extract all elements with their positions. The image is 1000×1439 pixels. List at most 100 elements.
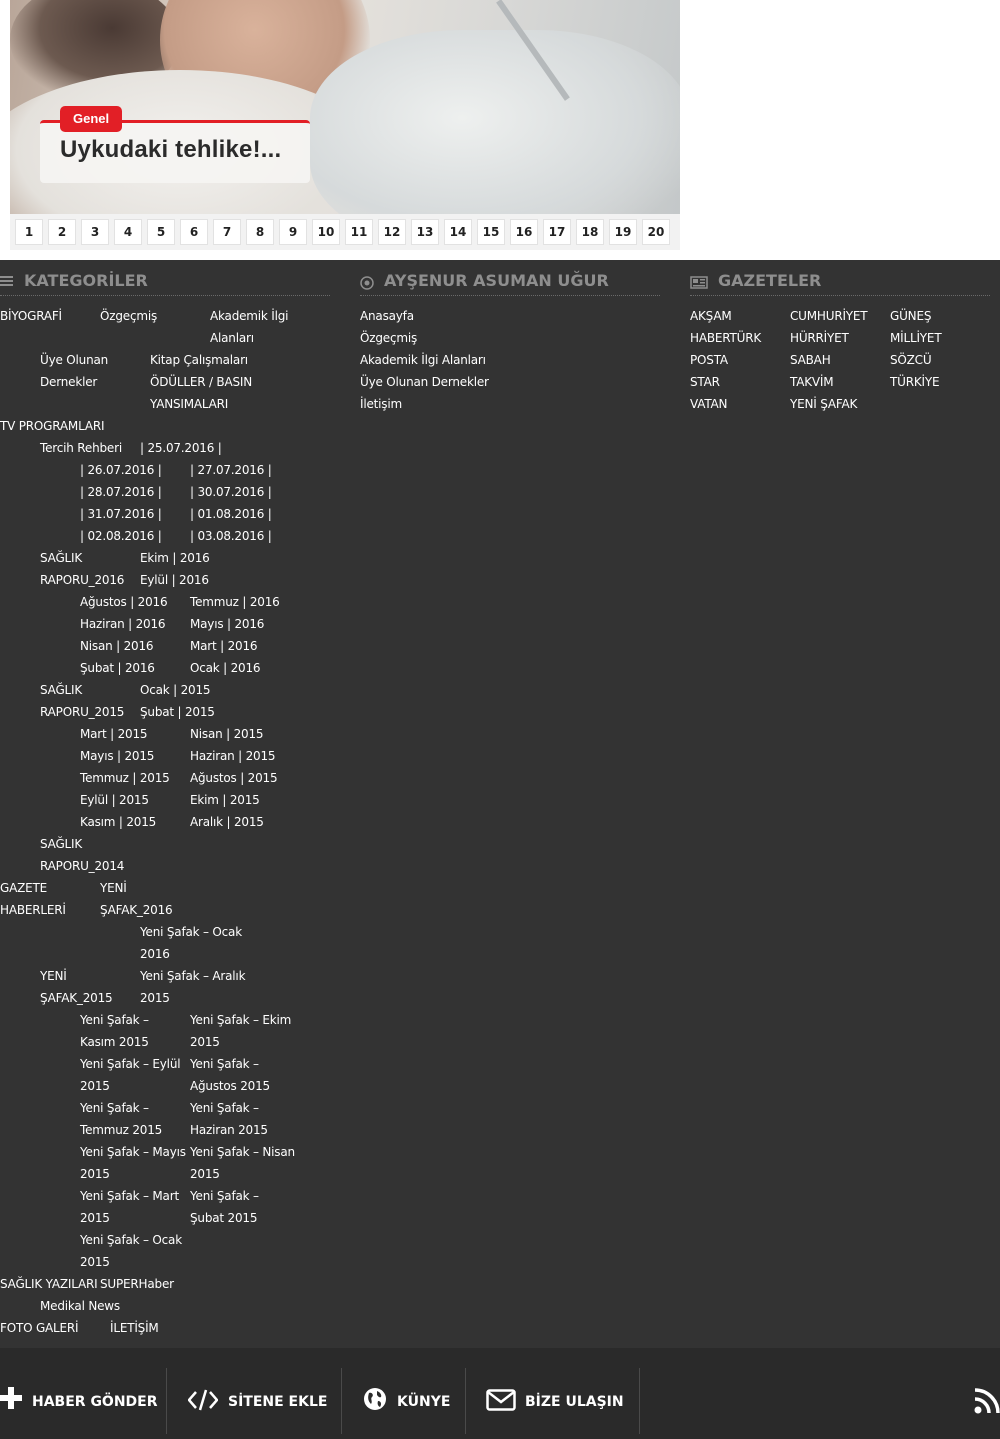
haber-gonder-label[interactable]: HABER GÖNDER xyxy=(32,1394,158,1410)
cat-2016-nisan[interactable]: Nisan | 2016 xyxy=(80,635,154,657)
cat-saglik-2016-line2[interactable]: RAPORU_2016 xyxy=(40,569,124,591)
paper-haberturk[interactable]: HABERTÜRK xyxy=(690,327,761,349)
cat-akademik-line2[interactable]: Alanları xyxy=(210,327,254,349)
page-link-7[interactable]: 7 xyxy=(213,219,241,245)
paper-yeni-safak[interactable]: YENİ ŞAFAK xyxy=(790,393,857,415)
cat-ozgecmis[interactable]: Özgeçmiş xyxy=(100,305,157,327)
cat-saglik-2015-line1[interactable]: SAĞLIK xyxy=(40,679,82,701)
page-link-17[interactable]: 17 xyxy=(543,219,571,245)
page-link-11[interactable]: 11 xyxy=(345,219,373,245)
aysenur-link-ozgecmis[interactable]: Özgeçmiş xyxy=(360,327,417,349)
cat-2016-mart[interactable]: Mart | 2016 xyxy=(190,635,258,657)
cat-date-01082016[interactable]: | 01.08.2016 | xyxy=(190,503,272,525)
cat-date-31072016[interactable]: | 31.07.2016 | xyxy=(80,503,162,525)
cat-2015-mayis[interactable]: Mayıs | 2015 xyxy=(80,745,154,767)
cat-ys-agustos-line2[interactable]: Ağustos 2015 xyxy=(190,1075,270,1097)
page-link-13[interactable]: 13 xyxy=(411,219,439,245)
cat-foto-galeri[interactable]: FOTO GALERİ xyxy=(0,1317,79,1339)
cat-ys-ocak2016-line2[interactable]: 2016 xyxy=(140,943,170,965)
cat-oduller-line2[interactable]: YANSIMALARI xyxy=(150,393,228,415)
page-link-3[interactable]: 3 xyxy=(81,219,109,245)
cat-ys-subat-line1[interactable]: Yeni Şafak – xyxy=(190,1185,259,1207)
cat-kitap[interactable]: Kitap Çalışmaları xyxy=(150,349,248,371)
paper-aksam[interactable]: AKŞAM xyxy=(690,305,732,327)
cat-date-26072016[interactable]: | 26.07.2016 | xyxy=(80,459,162,481)
cat-ys-aralik-line2[interactable]: 2015 xyxy=(140,987,170,1009)
headline-slider[interactable]: Genel Uykudaki tehlike!... xyxy=(10,0,680,214)
paper-gunes[interactable]: GÜNEŞ xyxy=(890,305,931,327)
cat-ys-ocak2016-line1[interactable]: Yeni Şafak – Ocak xyxy=(140,921,242,943)
aysenur-link-anasayfa[interactable]: Anasayfa xyxy=(360,305,414,327)
cat-2015-subat[interactable]: Şubat | 2015 xyxy=(140,701,215,723)
paper-cumhuriyet[interactable]: CUMHURİYET xyxy=(790,305,868,327)
cat-medikal-news[interactable]: Medikal News xyxy=(40,1295,120,1317)
cat-2016-agustos[interactable]: Ağustos | 2016 xyxy=(80,591,168,613)
cat-2015-ekim[interactable]: Ekim | 2015 xyxy=(190,789,260,811)
cat-saglik-2015-line2[interactable]: RAPORU_2015 xyxy=(40,701,124,723)
paper-milliyet[interactable]: MİLLİYET xyxy=(890,327,942,349)
cat-date-27072016[interactable]: | 27.07.2016 | xyxy=(190,459,272,481)
aysenur-link-iletisim[interactable]: İletişim xyxy=(360,393,402,415)
cat-ys2016-line2[interactable]: ŞAFAK_2016 xyxy=(100,899,173,921)
cat-ys-ocak-line1[interactable]: Yeni Şafak – Ocak xyxy=(80,1229,182,1251)
cat-2016-temmuz[interactable]: Temmuz | 2016 xyxy=(190,591,280,613)
cat-ys-aralik-line1[interactable]: Yeni Şafak – Aralık xyxy=(140,965,246,987)
cat-ys-mart-line1[interactable]: Yeni Şafak – Mart xyxy=(80,1185,179,1207)
cat-2016-ekim[interactable]: Ekim | 2016 xyxy=(140,547,210,569)
cat-saglik-yazilari[interactable]: SAĞLIK YAZILARI xyxy=(0,1273,98,1295)
cat-tv-programlari[interactable]: TV PROGRAMLARI xyxy=(0,415,105,437)
cat-saglik-2014-line1[interactable]: SAĞLIK xyxy=(40,833,82,855)
cat-2016-haziran[interactable]: Haziran | 2016 xyxy=(80,613,166,635)
page-link-15[interactable]: 15 xyxy=(477,219,505,245)
cat-date-25072016[interactable]: | 25.07.2016 | xyxy=(140,437,222,459)
aysenur-link-akademik[interactable]: Akademik İlgi Alanları xyxy=(360,349,486,371)
cat-ys-kasim-line2[interactable]: Kasım 2015 xyxy=(80,1031,149,1053)
cat-ys-agustos-line1[interactable]: Yeni Şafak – xyxy=(190,1053,259,1075)
cat-ys2016-line1[interactable]: YENİ xyxy=(100,877,127,899)
cat-ys-mart-line2[interactable]: 2015 xyxy=(80,1207,110,1229)
page-link-8[interactable]: 8 xyxy=(246,219,274,245)
cat-ys-temmuz-line1[interactable]: Yeni Şafak – xyxy=(80,1097,149,1119)
cat-uye-line2[interactable]: Dernekler xyxy=(40,371,97,393)
cat-2015-agustos[interactable]: Ağustos | 2015 xyxy=(190,767,278,789)
cat-2016-ocak[interactable]: Ocak | 2016 xyxy=(190,657,261,679)
aysenur-link-dernekler[interactable]: Üye Olunan Dernekler xyxy=(360,371,489,393)
paper-star[interactable]: STAR xyxy=(690,371,720,393)
rss-icon[interactable] xyxy=(974,1388,1000,1418)
cat-saglik-2016-line1[interactable]: SAĞLIK xyxy=(40,547,82,569)
page-link-12[interactable]: 12 xyxy=(378,219,406,245)
page-link-18[interactable]: 18 xyxy=(576,219,604,245)
cat-2015-nisan[interactable]: Nisan | 2015 xyxy=(190,723,264,745)
cat-biyografi[interactable]: BİYOGRAFİ xyxy=(0,305,62,327)
cat-2016-mayis[interactable]: Mayıs | 2016 xyxy=(190,613,264,635)
cat-2015-eylul[interactable]: Eylül | 2015 xyxy=(80,789,149,811)
slide-headline[interactable]: Uykudaki tehlike!... xyxy=(60,136,281,164)
cat-gazete-line1[interactable]: GAZETE xyxy=(0,877,47,899)
paper-sabah[interactable]: SABAH xyxy=(790,349,831,371)
page-link-1[interactable]: 1 xyxy=(15,219,43,245)
cat-ys-nisan-line2[interactable]: 2015 xyxy=(190,1163,220,1185)
cat-ys-kasim-line1[interactable]: Yeni Şafak – xyxy=(80,1009,149,1031)
cat-2015-haziran[interactable]: Haziran | 2015 xyxy=(190,745,276,767)
page-link-20[interactable]: 20 xyxy=(642,219,670,245)
cat-2016-eylul[interactable]: Eylül | 2016 xyxy=(140,569,209,591)
cat-tercih-rehberi[interactable]: Tercih Rehberi xyxy=(40,437,122,459)
cat-saglik-2014-line2[interactable]: RAPORU_2014 xyxy=(40,855,124,877)
cat-ys-ekim-line1[interactable]: Yeni Şafak – Ekim xyxy=(190,1009,291,1031)
bize-ulasin-label[interactable]: BİZE ULAŞIN xyxy=(525,1394,624,1410)
cat-2015-kasim[interactable]: Kasım | 2015 xyxy=(80,811,156,833)
page-link-19[interactable]: 19 xyxy=(609,219,637,245)
page-link-9[interactable]: 9 xyxy=(279,219,307,245)
page-link-6[interactable]: 6 xyxy=(180,219,208,245)
slide-category-badge[interactable]: Genel xyxy=(60,106,123,132)
cat-ys-haziran-line1[interactable]: Yeni Şafak – xyxy=(190,1097,259,1119)
cat-date-28072016[interactable]: | 28.07.2016 | xyxy=(80,481,162,503)
page-link-10[interactable]: 10 xyxy=(312,219,340,245)
cat-2016-subat[interactable]: Şubat | 2016 xyxy=(80,657,155,679)
cat-ys-temmuz-line2[interactable]: Temmuz 2015 xyxy=(80,1119,162,1141)
page-link-16[interactable]: 16 xyxy=(510,219,538,245)
paper-takvim[interactable]: TAKVİM xyxy=(790,371,834,393)
cat-ys-ocak-line2[interactable]: 2015 xyxy=(80,1251,110,1273)
cat-ys-eylul-line2[interactable]: 2015 xyxy=(80,1075,110,1097)
paper-posta[interactable]: POSTA xyxy=(690,349,728,371)
